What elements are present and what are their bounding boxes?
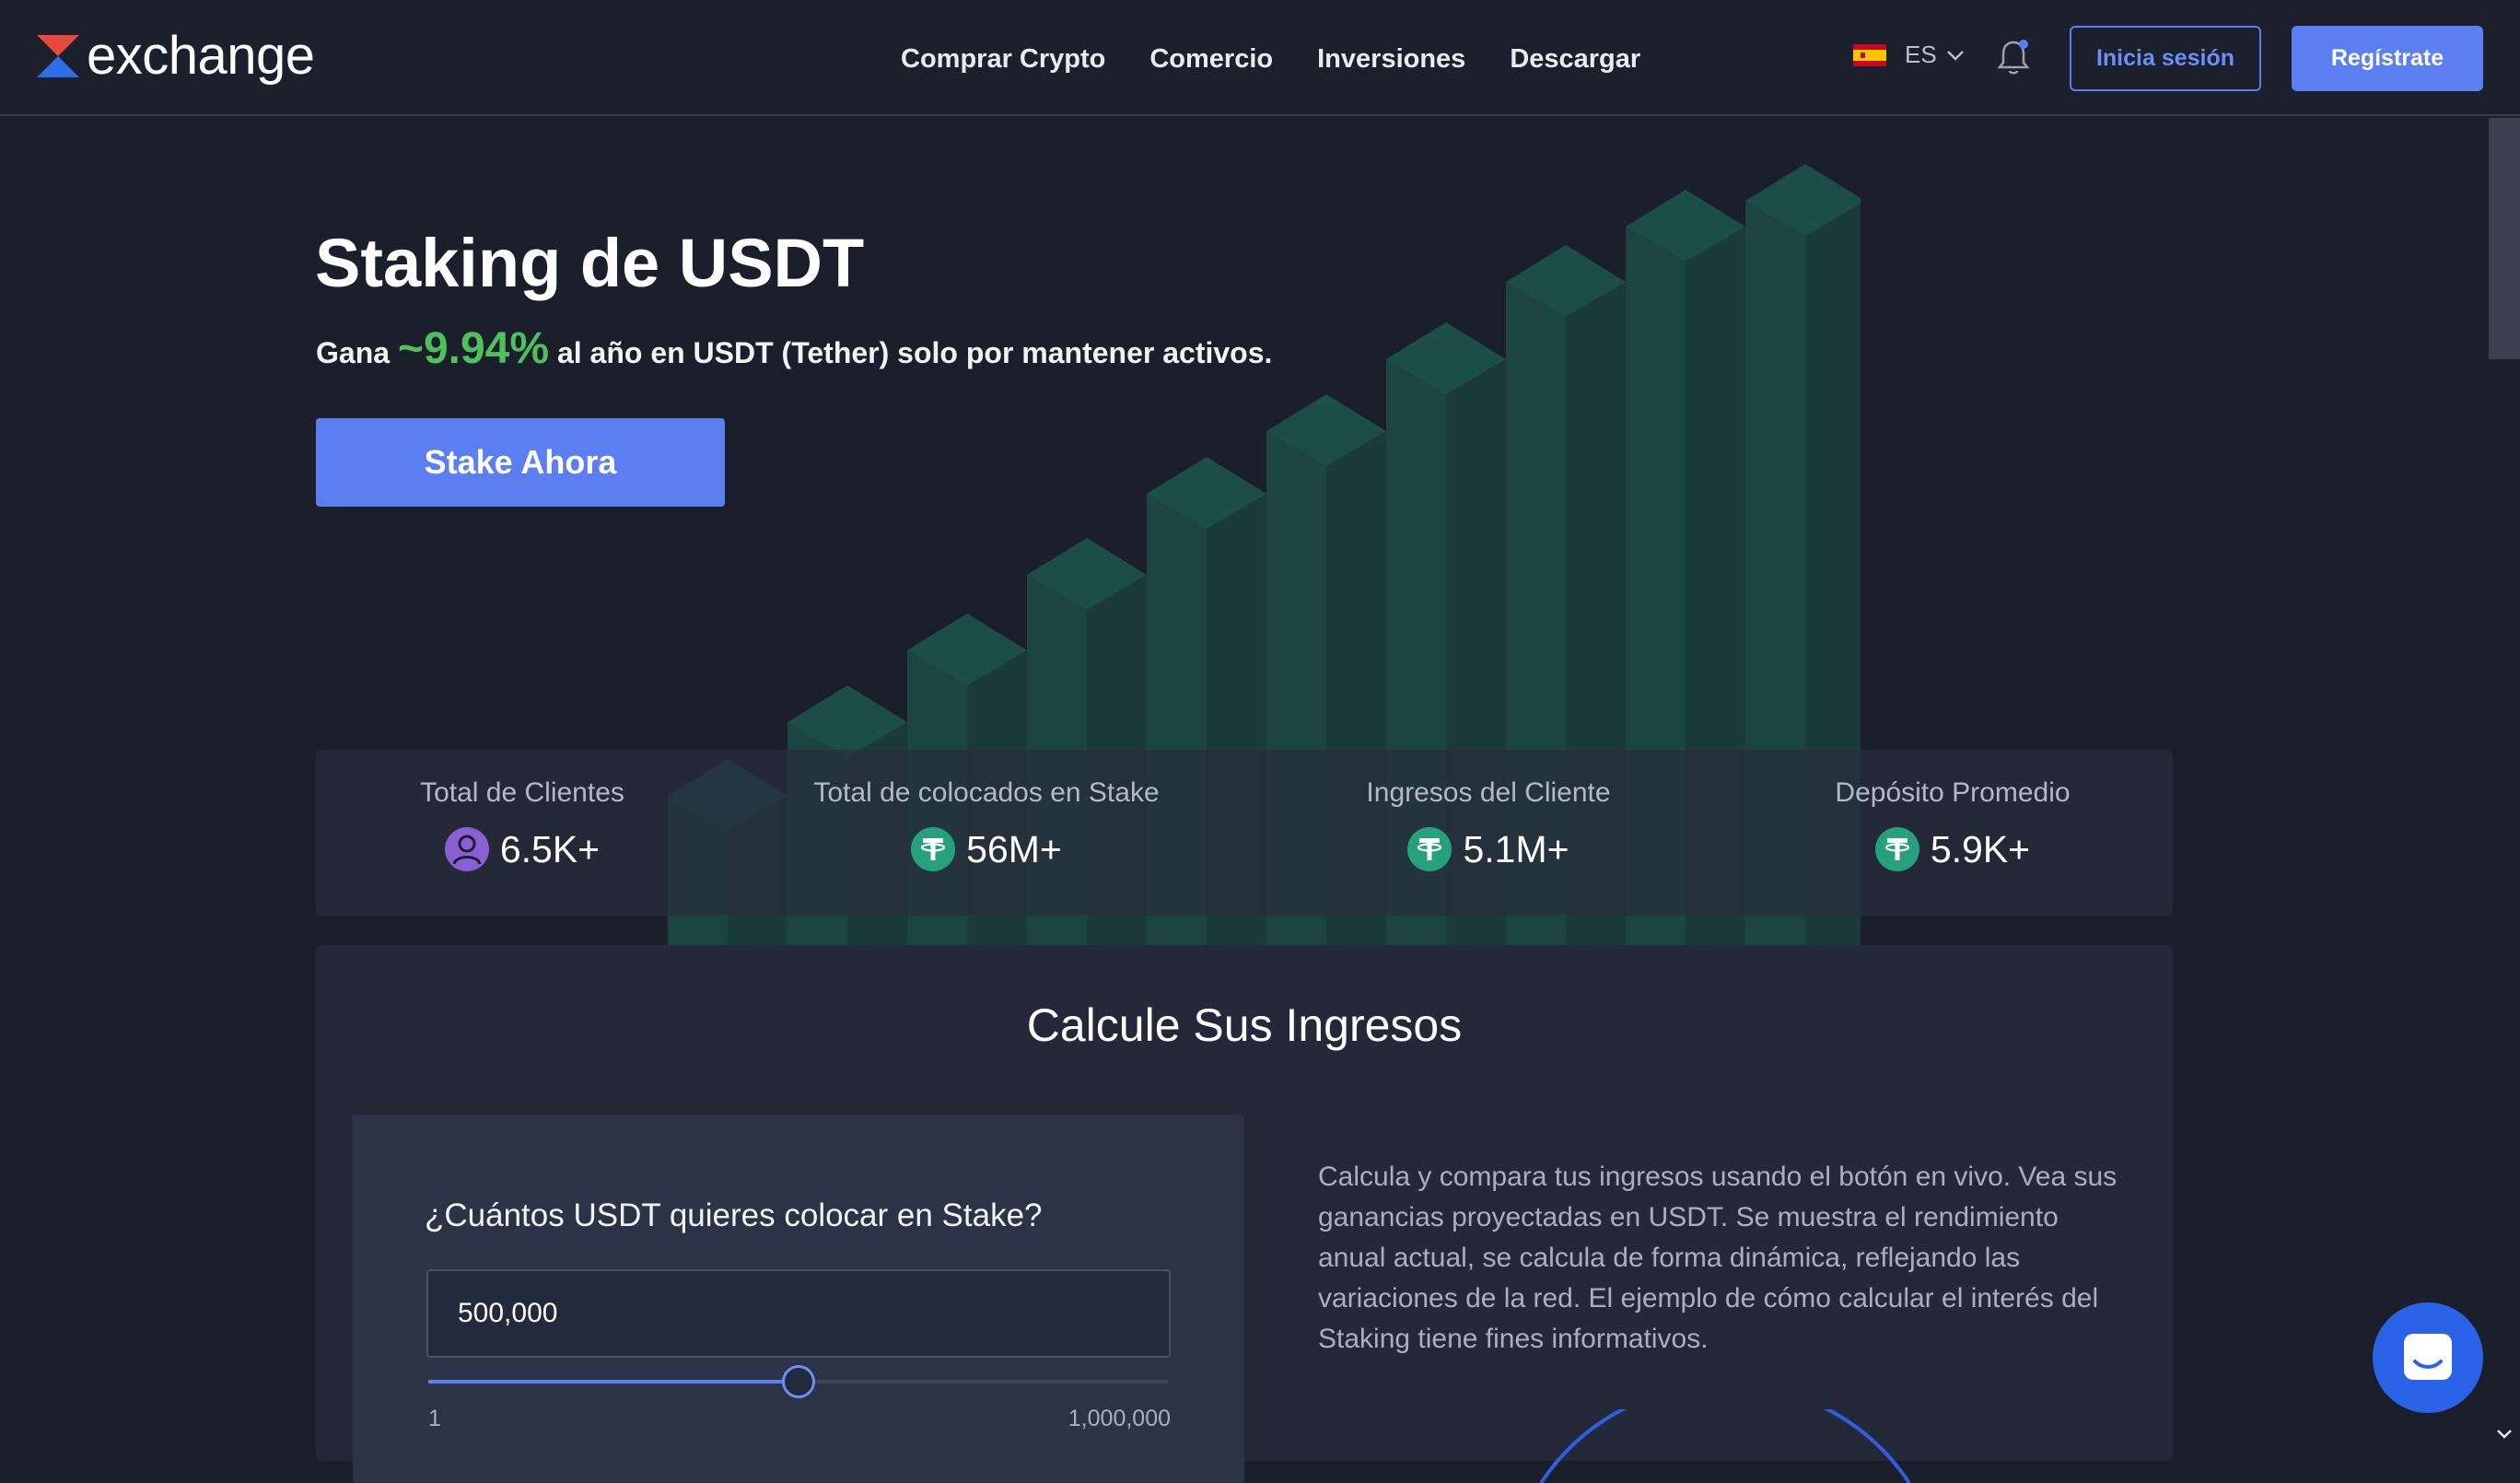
stat-row: 5.9K+ xyxy=(1874,827,2031,871)
nav-descargar[interactable]: Descargar xyxy=(1510,39,1640,79)
stat-row: 5.1M+ xyxy=(1407,827,1569,871)
stat-client-income: Ingresos del Cliente 5.1M+ xyxy=(1244,750,1732,916)
stake-amount-input[interactable] xyxy=(426,1269,1171,1358)
chat-icon xyxy=(2404,1334,2452,1380)
logo-text: exchange xyxy=(87,26,315,86)
scroll-down-arrow-icon[interactable] xyxy=(2492,1422,2516,1446)
stat-total-staked: Total de colocados en Stake 56M+ xyxy=(729,750,1244,916)
tether-icon xyxy=(1407,827,1452,871)
stake-amount-panel: ¿Cuántos USDT quieres colocar en Stake? … xyxy=(353,1115,1244,1483)
stat-value: 6.5K+ xyxy=(499,827,601,870)
stat-average-deposit: Depósito Promedio 5.9K+ xyxy=(1732,750,2173,916)
amount-slider-handle[interactable] xyxy=(782,1365,815,1398)
nav-comprar-crypto[interactable]: Comprar Crypto xyxy=(901,39,1105,79)
user-icon xyxy=(444,827,489,871)
stat-label: Depósito Promedio xyxy=(1835,777,2071,808)
main-nav: Comprar Crypto Comercio Inversiones Desc… xyxy=(901,39,1685,79)
language-selector[interactable]: ES xyxy=(1853,41,1966,69)
top-header: exchange Comprar Crypto Comercio Inversi… xyxy=(0,0,2520,116)
chat-launcher-button[interactable] xyxy=(2373,1302,2483,1413)
logo-mark-icon xyxy=(37,35,79,77)
slider-max-label: 1,000,000 xyxy=(1068,1406,1171,1431)
calculator-description: Calcula y compara tus ingresos usando el… xyxy=(1318,1162,2118,1354)
stat-label: Total de Clientes xyxy=(420,777,624,808)
nav-comercio[interactable]: Comercio xyxy=(1149,39,1273,79)
stat-value: 5.1M+ xyxy=(1463,827,1569,870)
register-button[interactable]: Regístrate xyxy=(2292,26,2483,91)
language-code: ES xyxy=(1905,41,1937,68)
stat-row: 56M+ xyxy=(911,827,1062,871)
tether-icon xyxy=(911,827,956,871)
chevron-down-icon xyxy=(1946,50,1964,61)
spain-flag-icon xyxy=(1853,43,1886,66)
income-calculator: Calcule Sus Ingresos ¿Cuántos USDT quier… xyxy=(316,945,2173,1483)
scrollbar-thumb[interactable] xyxy=(2489,118,2520,359)
stat-row: 6.5K+ xyxy=(444,827,601,871)
stat-total-clients: Total de Clientes 6.5K+ xyxy=(316,750,729,916)
income-gauge-arc xyxy=(1539,1409,1911,1483)
hero-subtitle-prefix: Gana xyxy=(316,336,391,369)
stake-now-button[interactable]: Stake Ahora xyxy=(316,418,725,507)
tether-icon xyxy=(1874,827,1919,871)
hero-subtitle-suffix: al año en USDT (Tether) solo por mantene… xyxy=(556,336,1273,369)
stat-value: 56M+ xyxy=(966,827,1062,870)
slider-min-label: 1 xyxy=(428,1406,441,1431)
apy-rate: ~9.94% xyxy=(397,324,550,373)
stats-panel: Total de Clientes 6.5K+ Total de colocad… xyxy=(316,750,2173,916)
stat-label: Total de colocados en Stake xyxy=(813,777,1160,808)
hero-subtitle: Gana ~9.94% al año en USDT (Tether) solo… xyxy=(316,319,1272,383)
nav-inversiones[interactable]: Inversiones xyxy=(1317,39,1465,79)
login-button[interactable]: Inicia sesión xyxy=(2070,26,2261,91)
stat-label: Ingresos del Cliente xyxy=(1366,777,1611,808)
amount-slider-fill xyxy=(428,1380,799,1384)
calculator-title: Calcule Sus Ingresos xyxy=(1026,999,1463,1051)
stake-amount-question: ¿Cuántos USDT quieres colocar en Stake? xyxy=(425,1197,1043,1233)
stat-value: 5.9K+ xyxy=(1930,827,2031,870)
bell-icon[interactable] xyxy=(1995,37,2032,77)
page-title: Staking de USDT xyxy=(315,225,865,301)
logo[interactable]: exchange xyxy=(37,24,315,88)
